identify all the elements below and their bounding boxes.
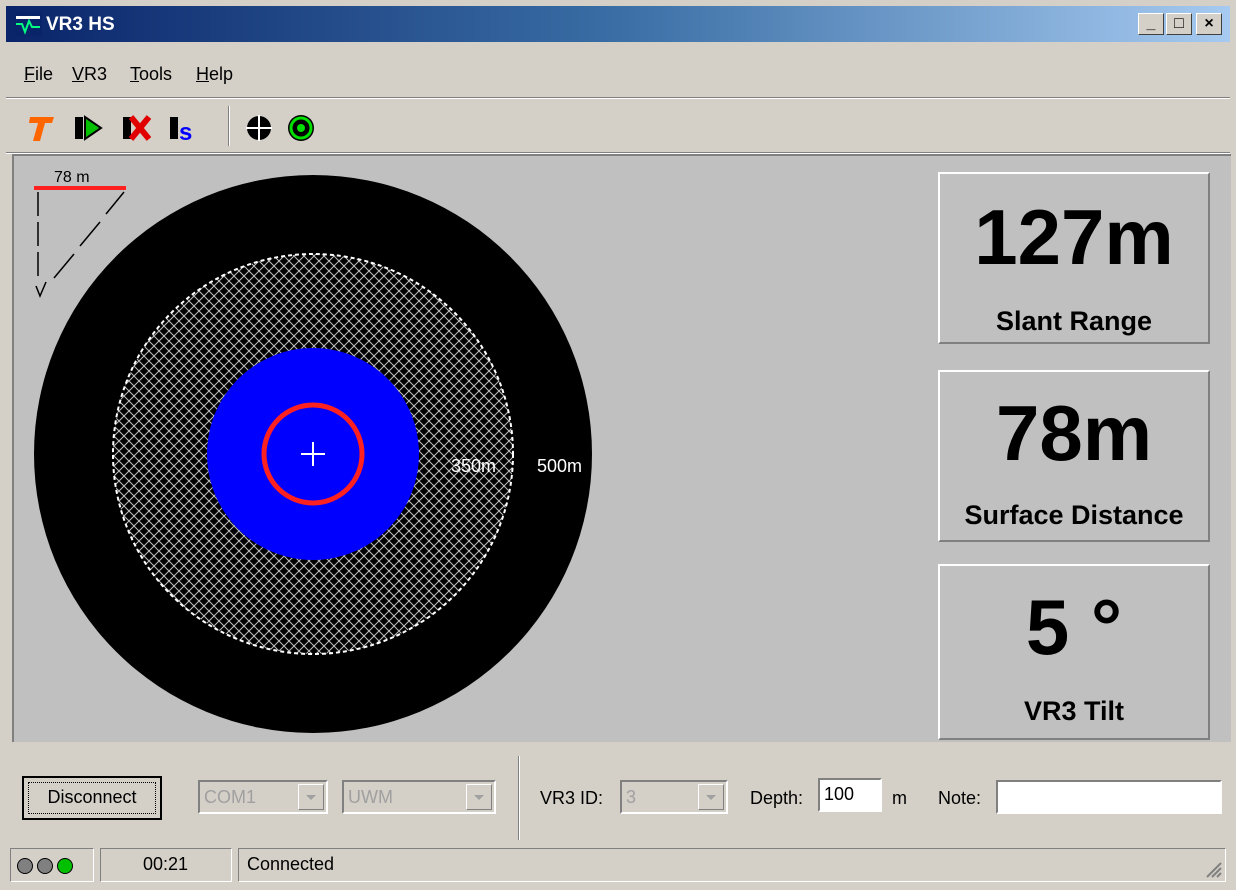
menu-file-rest: ile xyxy=(35,64,54,84)
resize-grip-icon[interactable] xyxy=(1203,859,1223,879)
sonar-display-area: 350m 500m 78 m 127m Slant Range 78m Surf… xyxy=(12,154,1231,742)
record-play-icon[interactable] xyxy=(70,112,104,144)
svg-text:s: s xyxy=(179,119,192,143)
vr3-id-label: VR3 ID: xyxy=(540,788,604,808)
menu-help-rest: elp xyxy=(209,64,234,84)
app-icon xyxy=(14,12,42,36)
chevron-down-icon xyxy=(474,795,484,800)
toolbar-separator xyxy=(228,106,230,146)
range-plot[interactable]: 350m 500m 78 m xyxy=(14,156,914,742)
angle-marker xyxy=(35,281,47,298)
led-3-icon xyxy=(57,858,73,874)
status-leds xyxy=(10,848,94,882)
menu-tools[interactable]: Tools xyxy=(130,64,172,85)
menu-file-accel: F xyxy=(24,64,35,84)
tilt-value: 5 ° xyxy=(1025,583,1123,671)
depth-unit: m xyxy=(892,788,907,808)
close-button[interactable]: × xyxy=(1196,13,1222,35)
led-1-icon xyxy=(17,858,33,874)
note-input[interactable] xyxy=(996,780,1222,814)
status-time-pane: 00:21 xyxy=(100,848,232,882)
menu-bar: File VR3 Tools Help xyxy=(6,46,1230,94)
mode-select[interactable]: UWM xyxy=(342,780,496,814)
menu-vr3-accel: V xyxy=(72,64,85,84)
depth-value: 100 xyxy=(824,784,855,804)
tilt-label: VR3 Tilt xyxy=(1023,696,1125,726)
surface-distance-panel: 78m Surface Distance xyxy=(938,370,1210,542)
status-bar: 00:21 Connected xyxy=(6,846,1230,884)
app-window: VR3 HS _ □ × File VR3 Tools Help s 350m … xyxy=(0,0,1236,890)
mode-dropdown-arrow[interactable] xyxy=(466,784,492,810)
status-message-pane: Connected xyxy=(238,848,1226,882)
scale-label: 78 m xyxy=(54,169,90,186)
menu-tools-accel: T xyxy=(130,64,139,84)
vr3-id-dropdown-arrow[interactable] xyxy=(698,784,724,810)
controls-separator xyxy=(518,756,520,840)
minimize-button[interactable]: _ xyxy=(1138,13,1164,35)
menu-divider xyxy=(6,97,1230,99)
toolbar: s xyxy=(6,100,1230,152)
chevron-down-icon xyxy=(706,795,716,800)
port-dropdown-arrow[interactable] xyxy=(298,784,324,810)
connection-controls: Disconnect COM1 UWM VR3 ID: 3 Depth: 100… xyxy=(6,748,1230,842)
title-bar[interactable]: VR3 HS _ □ × xyxy=(6,6,1230,42)
surface-distance-label: Surface Distance xyxy=(964,500,1184,530)
s-icon[interactable]: s xyxy=(166,112,200,144)
status-time: 00:21 xyxy=(143,854,189,874)
tilt-panel: 5 ° VR3 Tilt xyxy=(938,564,1210,740)
ring-label-350: 350m xyxy=(451,456,496,476)
window-title: VR3 HS xyxy=(46,14,115,35)
menu-tools-rest: ools xyxy=(139,64,173,84)
port-value: COM1 xyxy=(204,787,257,807)
vr3-id-select[interactable]: 3 xyxy=(620,780,728,814)
stop-red-x-icon[interactable] xyxy=(118,112,152,144)
surface-distance-value: 78m xyxy=(995,389,1153,477)
crosshair-icon[interactable] xyxy=(242,112,276,144)
disconnect-button[interactable]: Disconnect xyxy=(22,776,162,820)
menu-file[interactable]: File xyxy=(24,64,53,85)
port-select[interactable]: COM1 xyxy=(198,780,328,814)
maximize-button[interactable]: □ xyxy=(1166,13,1192,35)
slant-range-value: 127m xyxy=(974,193,1174,281)
menu-vr3[interactable]: VR3 xyxy=(72,64,107,85)
mode-value: UWM xyxy=(348,787,393,807)
led-2-icon xyxy=(37,858,53,874)
depth-label: Depth: xyxy=(750,788,804,808)
slant-range-panel: 127m Slant Range xyxy=(938,172,1210,344)
target-rings-icon[interactable] xyxy=(284,112,318,144)
menu-help-accel: H xyxy=(196,64,209,84)
t-icon[interactable] xyxy=(24,112,58,144)
chevron-down-icon xyxy=(306,795,316,800)
menu-help[interactable]: Help xyxy=(196,64,233,85)
depth-input[interactable]: 100 xyxy=(818,778,882,812)
slant-range-label: Slant Range xyxy=(995,306,1153,336)
ring-label-500: 500m xyxy=(537,456,582,476)
note-label: Note: xyxy=(938,788,982,808)
menu-vr3-rest: R3 xyxy=(84,64,108,84)
status-message: Connected xyxy=(247,854,335,874)
vr3-id-value: 3 xyxy=(626,787,637,807)
